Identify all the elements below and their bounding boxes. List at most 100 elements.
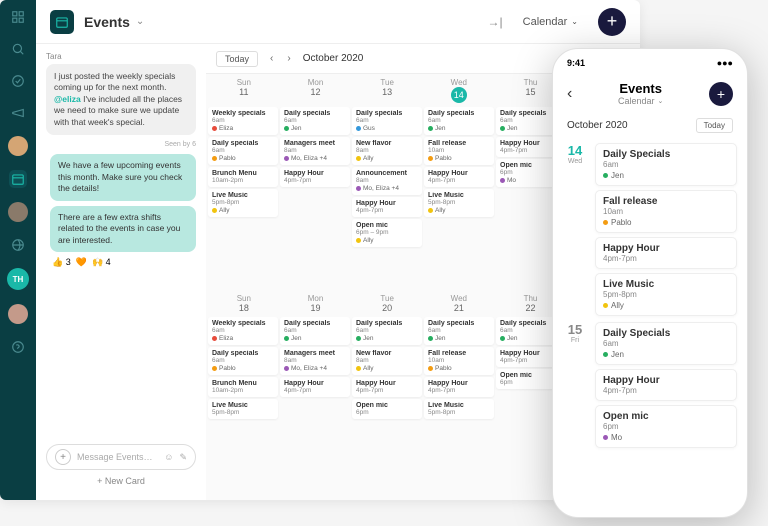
- day-of-week: Sun: [208, 294, 280, 303]
- view-selector[interactable]: Calendar⌄: [513, 12, 588, 32]
- day-column: Daily specials6amJenNew flavor8amAllyHap…: [352, 317, 422, 500]
- event-card[interactable]: Daily specials6amGus: [352, 107, 422, 135]
- date-label[interactable]: 14: [451, 87, 467, 103]
- event-card[interactable]: Open mic6pm: [352, 399, 422, 419]
- event-card[interactable]: New flavor8amAlly: [352, 347, 422, 375]
- date-label[interactable]: 21: [423, 303, 495, 313]
- day-of-week: Tue: [351, 78, 423, 87]
- add-button[interactable]: +: [709, 82, 733, 106]
- megaphone-icon[interactable]: [9, 104, 27, 122]
- next-icon[interactable]: ›: [285, 53, 292, 64]
- attach-icon[interactable]: +: [55, 449, 71, 465]
- event-card[interactable]: Daily specials6amPablo: [208, 137, 278, 165]
- chat-message: We have a few upcoming events this month…: [50, 154, 196, 200]
- day-column: Daily specials6amJenFall release10amPabl…: [424, 317, 494, 500]
- event-card[interactable]: Live Music5pm-8pmAlly: [208, 189, 278, 217]
- chevron-down-icon[interactable]: ⌄: [136, 16, 144, 27]
- day-of-week: Mon: [280, 294, 352, 303]
- day-column: Daily specials6amJenManagers meet8amMo, …: [280, 107, 350, 290]
- chat-message: I just posted the weekly specials coming…: [46, 64, 196, 135]
- day-section: 14Wed Daily Specials6amJenFall release10…: [563, 143, 737, 316]
- event-card[interactable]: Managers meet8amMo, Eliza +4: [280, 347, 350, 375]
- event-card[interactable]: Happy Hour4pm-7pm: [595, 237, 737, 269]
- event-card[interactable]: Live Music5pm-8pm: [424, 399, 494, 419]
- grid-icon[interactable]: [9, 8, 27, 26]
- reactions[interactable]: 👍 3 🧡 🙌 4: [52, 257, 196, 268]
- event-card[interactable]: Managers meet8amMo, Eliza +4: [280, 137, 350, 165]
- event-card[interactable]: Happy Hour4pm-7pm: [352, 377, 422, 397]
- date-label[interactable]: 18: [208, 303, 280, 313]
- event-card[interactable]: Daily specials6amJen: [352, 317, 422, 345]
- day-column: Daily specials6amGusNew flavor8amAllyAnn…: [352, 107, 422, 290]
- phone-header: ‹ Events Calendar⌄ +: [553, 77, 747, 114]
- event-card[interactable]: Announcement8amMo, Eliza +4: [352, 167, 422, 195]
- event-card[interactable]: Live Music5pm-8pmAlly: [595, 273, 737, 316]
- event-card[interactable]: Happy Hour4pm-7pm: [424, 167, 494, 187]
- help-icon[interactable]: [9, 338, 27, 356]
- phone-mock: 9:41 ●●● ‹ Events Calendar⌄ + October 20…: [552, 48, 748, 518]
- check-icon[interactable]: [9, 72, 27, 90]
- view-selector[interactable]: Calendar⌄: [572, 96, 709, 106]
- compose-icon[interactable]: ✎: [179, 452, 187, 463]
- calendar-icon[interactable]: [9, 170, 27, 188]
- day-column: Weekly specials6amElizaDaily specials6am…: [208, 107, 278, 290]
- date-label[interactable]: 12: [280, 87, 352, 103]
- chat-panel: Tara I just posted the weekly specials c…: [36, 44, 206, 500]
- today-button[interactable]: Today: [216, 51, 258, 67]
- day-of-week: Wed: [423, 294, 495, 303]
- event-card[interactable]: Happy Hour4pm-7pm: [280, 167, 350, 187]
- event-card[interactable]: Fall release10amPablo: [595, 190, 737, 233]
- emoji-icon[interactable]: ☺: [164, 452, 173, 462]
- collapse-icon[interactable]: →|: [488, 15, 503, 29]
- month-label: October 2020: [567, 120, 628, 131]
- day-of-week: Wed: [423, 78, 495, 87]
- event-card[interactable]: Open mic6pmMo: [595, 405, 737, 448]
- globe-icon[interactable]: [9, 236, 27, 254]
- event-card[interactable]: Daily Specials6amJen: [595, 322, 737, 365]
- add-button[interactable]: +: [598, 8, 626, 36]
- search-icon[interactable]: [9, 40, 27, 58]
- event-card[interactable]: Daily specials6amPablo: [208, 347, 278, 375]
- event-card[interactable]: Weekly specials6amEliza: [208, 317, 278, 345]
- event-card[interactable]: Happy Hour4pm-7pm: [352, 197, 422, 217]
- new-card-button[interactable]: + New Card: [46, 470, 196, 492]
- date-label[interactable]: 11: [208, 87, 280, 103]
- composer-input[interactable]: Message Events…: [77, 452, 158, 462]
- day-of-week: Tue: [351, 294, 423, 303]
- message-composer[interactable]: + Message Events… ☺ ✎: [46, 444, 196, 470]
- event-card[interactable]: Open mic6pm – 9pmAlly: [352, 219, 422, 247]
- event-card[interactable]: Fall release10amPablo: [424, 347, 494, 375]
- day-of-week: Mon: [280, 78, 352, 87]
- event-card[interactable]: Brunch Menu10am-2pm: [208, 167, 278, 187]
- date-label[interactable]: 20: [351, 303, 423, 313]
- date-label[interactable]: 19: [280, 303, 352, 313]
- event-card[interactable]: Live Music5pm-8pmAlly: [424, 189, 494, 217]
- desktop-window: TH Events ⌄ →| Calendar⌄ + Tara I just p…: [0, 0, 640, 500]
- date-label[interactable]: 13: [351, 87, 423, 103]
- avatar[interactable]: [8, 304, 28, 324]
- event-card[interactable]: Daily Specials6amJen: [595, 143, 737, 186]
- event-card[interactable]: Happy Hour4pm-7pm: [424, 377, 494, 397]
- event-card[interactable]: Fall release10amPablo: [424, 137, 494, 165]
- event-card[interactable]: Live Music5pm-8pm: [208, 399, 278, 419]
- event-card[interactable]: Daily specials6amJen: [424, 107, 494, 135]
- event-card[interactable]: Happy Hour4pm-7pm: [280, 377, 350, 397]
- event-card[interactable]: Happy Hour4pm-7pm: [595, 369, 737, 401]
- event-card[interactable]: Daily specials6amJen: [424, 317, 494, 345]
- avatar[interactable]: [8, 136, 28, 156]
- chat-message: There are a few extra shifts related to …: [50, 206, 196, 252]
- prev-icon[interactable]: ‹: [268, 53, 275, 64]
- event-card[interactable]: Weekly specials6amEliza: [208, 107, 278, 135]
- avatar[interactable]: [8, 202, 28, 222]
- today-button[interactable]: Today: [696, 118, 733, 133]
- page-title: Events: [84, 14, 130, 30]
- seen-indicator: Seen by 6: [46, 141, 196, 148]
- event-card[interactable]: New flavor8amAlly: [352, 137, 422, 165]
- event-card[interactable]: Daily specials6amJen: [280, 107, 350, 135]
- side-nav: TH: [0, 0, 36, 500]
- event-card[interactable]: Daily specials6amJen: [280, 317, 350, 345]
- workspace-badge[interactable]: TH: [7, 268, 29, 290]
- day-section: 15Fri Daily Specials6amJenHappy Hour4pm-…: [563, 322, 737, 448]
- event-card[interactable]: Brunch Menu10am-2pm: [208, 377, 278, 397]
- day-of-week: Sun: [208, 78, 280, 87]
